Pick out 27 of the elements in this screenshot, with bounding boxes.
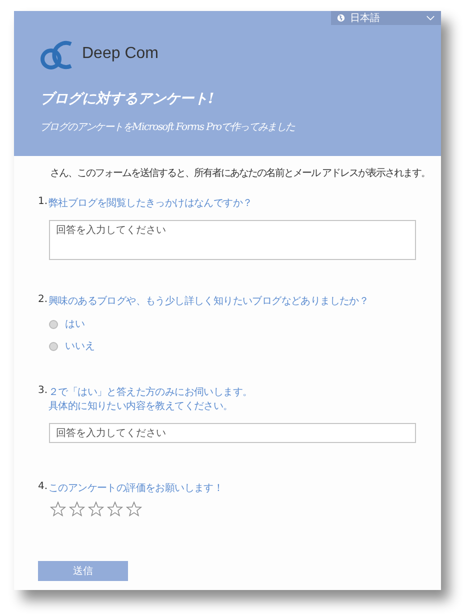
question-text: ２で「はい」と答えた方のみにお伺いします。 xyxy=(48,386,252,399)
answer-field[interactable]: 回答を入力してください xyxy=(49,423,416,443)
star-icon[interactable] xyxy=(69,501,85,517)
question-text: このアンケートの評価をお願いします！ xyxy=(48,482,224,495)
answer-field[interactable]: 回答を入力してください xyxy=(49,220,416,260)
submit-button[interactable]: 送信 xyxy=(38,561,128,581)
question-number: 2. xyxy=(38,294,48,307)
chevron-down-icon xyxy=(426,15,435,21)
notice-text: さん、このフォームを送信すると、所有者にあなたの名前とメール アドレスが表示されます。 xyxy=(49,166,432,180)
question-text: 具体的に知りたい内容を教えてください。 xyxy=(48,400,233,413)
radio-button[interactable] xyxy=(49,342,58,350)
star-icon[interactable] xyxy=(126,501,142,517)
company-name: Deep Com xyxy=(82,45,158,63)
star-icon[interactable] xyxy=(107,501,123,517)
star-icon[interactable] xyxy=(88,501,104,517)
form-title: ブログに対するアンケート! xyxy=(40,90,216,108)
star-icon[interactable] xyxy=(50,501,66,517)
option-label: はい xyxy=(65,318,85,331)
question-text: 興味のあるブログや、もう少し詳しく知りたいブログなどありましたか？ xyxy=(48,294,369,308)
option-label: いいえ xyxy=(65,340,95,353)
question-text: 弊社ブログを閲覧したきっかけはなんですか？ xyxy=(48,196,252,210)
form-subtitle: ブログのアンケートをMicrosoft Forms Proで作ってみました xyxy=(40,120,296,134)
question-number: 4. xyxy=(38,481,48,494)
question-number: 1. xyxy=(38,196,48,209)
radio-button[interactable] xyxy=(49,320,58,328)
question-number: 3. xyxy=(38,385,48,398)
language-selector[interactable]: 日本語 xyxy=(331,11,441,25)
